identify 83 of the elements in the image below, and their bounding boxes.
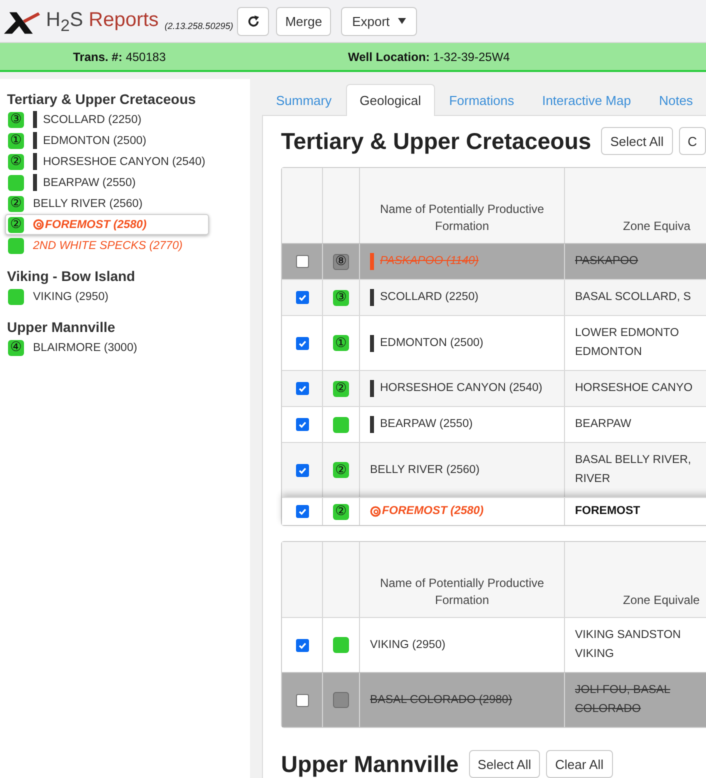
checkbox[interactable] bbox=[296, 694, 308, 706]
status-square-icon bbox=[333, 416, 349, 432]
formation-item[interactable]: ② BELLY RIVER (2560) bbox=[5, 193, 209, 214]
formation-item[interactable]: ③ SCOLLARD (2250) bbox=[5, 109, 209, 130]
formation-name: SCOLLARD (2250) bbox=[380, 290, 478, 305]
formation-item[interactable]: ② HORSESHOE CANYON (2540) bbox=[5, 151, 209, 172]
status-square-icon bbox=[333, 637, 349, 653]
checkbox[interactable] bbox=[296, 464, 308, 476]
section-title: Upper Mannville bbox=[281, 750, 459, 778]
table-cell-text: HORSESHOE CANYO bbox=[575, 381, 693, 396]
table-cell-text: PASKAPOO bbox=[575, 254, 638, 269]
ring-icon bbox=[33, 219, 44, 230]
number-badge: ① bbox=[333, 335, 349, 351]
number-badge: ③ bbox=[8, 112, 24, 128]
version-label: (2.13.258.50295) bbox=[164, 21, 234, 31]
logo-icon bbox=[4, 10, 40, 36]
formation-name: EDMONTON (2500) bbox=[380, 336, 484, 350]
refresh-button[interactable] bbox=[237, 6, 270, 36]
number-badge: ② bbox=[333, 504, 349, 520]
status-square-icon bbox=[8, 288, 24, 304]
formation-item[interactable]: ① EDMONTON (2500) bbox=[5, 130, 209, 151]
column-header: Name of Potentially Productive Formation bbox=[378, 575, 546, 609]
table-cell-text: BEARPAW bbox=[575, 417, 632, 432]
formation-item[interactable]: BEARPAW (2550) bbox=[5, 172, 209, 193]
number-badge: ② bbox=[8, 196, 24, 212]
status-square-icon bbox=[333, 692, 349, 708]
section-title: Tertiary & Upper Cretaceous bbox=[281, 127, 592, 155]
table-cell-text: FOREMOST bbox=[575, 504, 640, 519]
checkbox[interactable] bbox=[296, 255, 308, 268]
formation-name: FOREMOST (2580) bbox=[382, 504, 484, 519]
formation-name: HORSESHOE CANYON (2540) bbox=[380, 381, 542, 396]
app-title: H$_{2}$S Reports bbox=[46, 8, 159, 37]
column-header: Name of Potentially Productive Formation bbox=[378, 201, 546, 235]
number-badge: ④ bbox=[8, 340, 24, 356]
info-field: Well Location: 1-32-39-25W4 bbox=[348, 50, 510, 64]
table-cell-text: LOWER EDMONTO EDMONTON bbox=[575, 326, 679, 360]
checkbox[interactable] bbox=[296, 382, 308, 395]
checkbox[interactable] bbox=[296, 336, 308, 350]
checkbox[interactable] bbox=[296, 505, 308, 518]
column-header: Zone Equivale bbox=[623, 592, 700, 609]
formation-item[interactable]: VIKING (2950) bbox=[5, 286, 209, 307]
formation-name: BASAL COLORADO (2980) bbox=[370, 692, 512, 708]
number-badge: ⑧ bbox=[333, 254, 349, 270]
info-field: Trans. #: 450183 bbox=[73, 50, 348, 64]
tick-icon bbox=[296, 292, 308, 303]
table-cell-text: VIKING SANDSTON VIKING bbox=[575, 628, 681, 662]
checkbox[interactable] bbox=[296, 418, 308, 431]
table-cell-text: BASAL SCOLLARD, S bbox=[575, 290, 691, 305]
ring-icon bbox=[370, 506, 381, 517]
tab[interactable]: Geological bbox=[346, 84, 436, 116]
formation-item[interactable]: ④ BLAIRMORE (3000) bbox=[5, 337, 209, 358]
section-button[interactable]: C bbox=[678, 127, 706, 155]
number-badge: ② bbox=[8, 216, 24, 232]
group-title: Tertiary & Upper Cretaceous bbox=[6, 90, 197, 109]
section-button[interactable]: Select All bbox=[468, 750, 540, 778]
tick-icon bbox=[296, 383, 308, 394]
number-badge: ① bbox=[8, 132, 24, 148]
tick-icon bbox=[296, 419, 308, 430]
action-button[interactable]: Merge bbox=[276, 6, 332, 36]
menu-button[interactable]: Export bbox=[341, 6, 417, 36]
column-header: Zone Equiva bbox=[623, 218, 690, 235]
checkbox[interactable] bbox=[296, 638, 308, 652]
formation-name: BEARPAW (2550) bbox=[380, 417, 473, 432]
section-button[interactable]: Clear All bbox=[546, 750, 613, 778]
number-badge: ② bbox=[8, 154, 24, 170]
formation-item[interactable]: ② FOREMOST (2580) bbox=[5, 214, 209, 235]
checkbox[interactable] bbox=[296, 291, 308, 304]
section-button[interactable]: Select All bbox=[601, 127, 673, 155]
number-badge: ② bbox=[333, 380, 349, 396]
tick-icon bbox=[296, 506, 308, 517]
formation-name: PASKAPOO (1140) bbox=[380, 254, 479, 269]
formation-name: VIKING (2950) bbox=[370, 638, 446, 652]
group-title: Upper Mannville bbox=[6, 318, 116, 337]
number-badge: ③ bbox=[333, 290, 349, 306]
status-square-icon bbox=[8, 238, 24, 254]
caret-icon bbox=[398, 18, 406, 24]
status-square-icon bbox=[8, 174, 24, 190]
formation-name: BELLY RIVER (2560) bbox=[370, 462, 480, 478]
group-title: Viking - Bow Island bbox=[6, 267, 136, 286]
table-cell-text: BASAL BELLY RIVER, RIVER bbox=[575, 453, 692, 487]
table-cell-text: JOLI FOU, BASAL COLORADO bbox=[575, 683, 670, 717]
refresh-icon bbox=[246, 14, 260, 28]
number-badge: ② bbox=[333, 462, 349, 478]
